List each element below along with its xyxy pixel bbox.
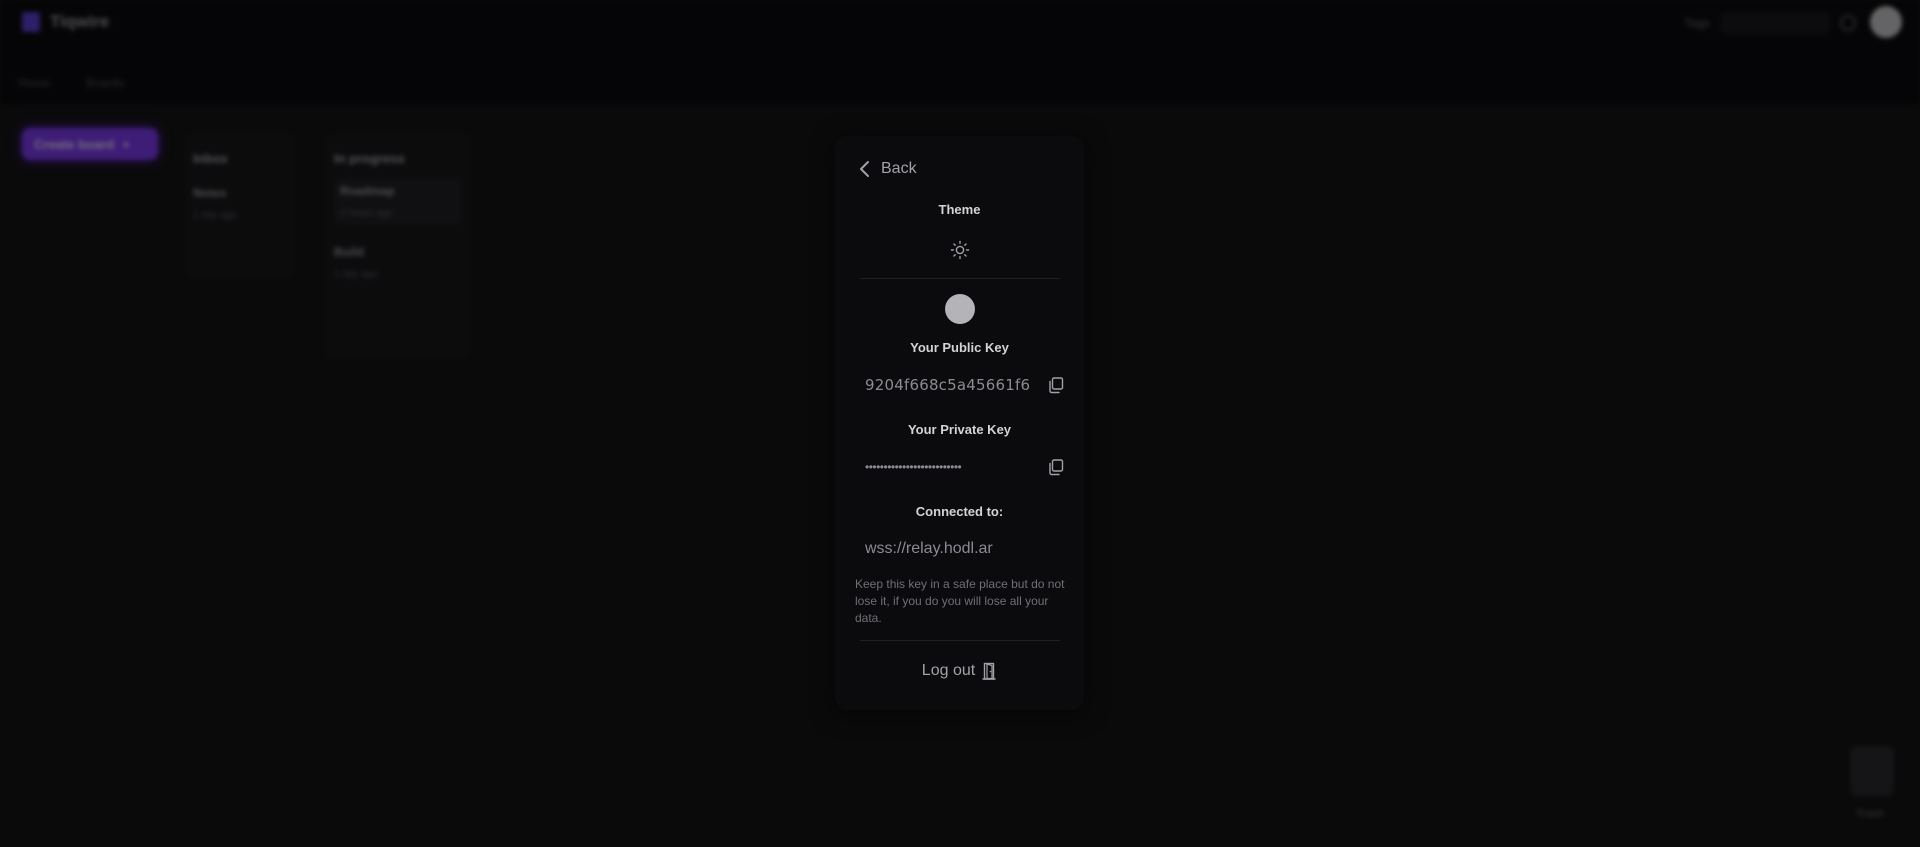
private-key-title: Your Private Key (907, 422, 1012, 437)
logout-label: Log out (921, 662, 976, 679)
copy-icon[interactable] (1047, 458, 1065, 476)
key-warning-note: Keep this key in a safe place but do not… (855, 577, 1065, 625)
account-panel: Back Theme Your Public Key 9204f668c5a45… (835, 136, 1084, 710)
back-label: Back (881, 160, 917, 177)
divider (860, 640, 1060, 641)
connected-title: Connected to: (915, 504, 1004, 519)
back-button[interactable]: Back (859, 160, 917, 178)
logout-button[interactable]: Log out (835, 662, 1084, 680)
theme-title: Theme (938, 202, 981, 217)
private-key-row: •••••••••••••••••••••••••• (865, 458, 1065, 476)
avatar (945, 294, 975, 324)
relay-url: wss://relay.hodl.ar (865, 540, 993, 557)
private-key-value[interactable]: •••••••••••••••••••••••••• (865, 460, 962, 474)
public-key-row: 9204f668c5a45661f6 (865, 376, 1065, 394)
divider (860, 278, 1060, 279)
public-key-title: Your Public Key (910, 340, 1009, 355)
public-key-value[interactable]: 9204f668c5a45661f6 (865, 376, 1030, 394)
sun-icon[interactable] (950, 240, 970, 260)
door-icon (982, 662, 996, 680)
chevron-left-icon (860, 161, 869, 177)
copy-icon[interactable] (1047, 376, 1065, 394)
